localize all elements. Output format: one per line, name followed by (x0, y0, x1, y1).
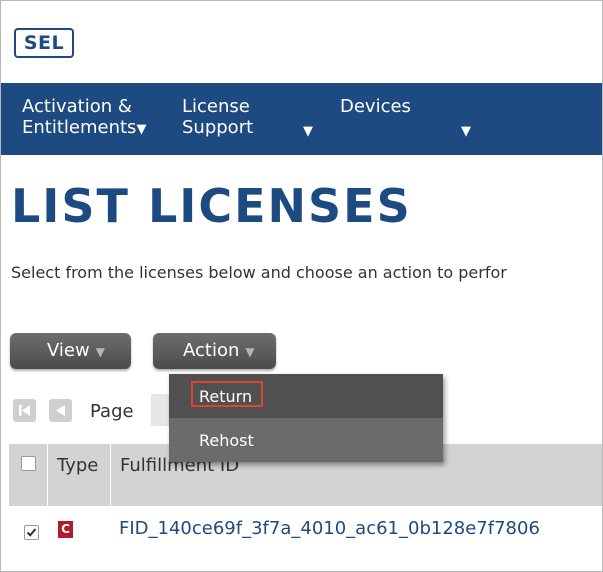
menu-item-rehost[interactable]: Rehost (169, 418, 443, 462)
first-page-button[interactable] (13, 399, 36, 422)
nav-license-support[interactable]: License Support (182, 96, 253, 138)
fulfillment-id-link[interactable]: FID_140ce69f_3f7a_4010_ac61_0b128e7f7806 (119, 518, 540, 539)
chevron-down-icon[interactable]: ▼ (461, 124, 471, 139)
nav-item-label-line2: Entitlements (22, 117, 137, 138)
sel-logo: SEL (14, 28, 74, 58)
type-badge: C (58, 521, 73, 538)
nav-devices[interactable]: Devices (340, 96, 411, 117)
menu-item-return[interactable]: Return (169, 374, 443, 418)
table-row[interactable]: C FID_140ce69f_3f7a_4010_ac61_0b128e7f78… (9, 506, 602, 550)
chevron-down-icon: ▼ (245, 345, 255, 359)
column-header-type[interactable]: Type (49, 444, 111, 506)
previous-page-button[interactable] (49, 399, 72, 422)
license-portal-window: SEL Activation & Entitlements▼ License S… (0, 0, 603, 572)
select-all-cell (9, 444, 48, 506)
action-dropdown-menu: Return Rehost (169, 374, 443, 462)
action-button-label: Action (183, 340, 240, 361)
instructions-text: Select from the licenses below and choos… (11, 263, 507, 282)
column-header-type-label: Type (57, 455, 99, 476)
nav-item-label-line1: Activation & (22, 96, 132, 117)
nav-item-label-line1: License (182, 96, 250, 117)
first-page-icon (19, 405, 30, 416)
nav-item-label-line1: Devices (340, 96, 411, 117)
nav-activation-entitlements[interactable]: Activation & Entitlements▼ (22, 96, 146, 140)
nav-item-label-line2: Support (182, 117, 254, 138)
page-label: Page (90, 401, 134, 422)
menu-item-return-label: Return (199, 387, 253, 406)
main-nav-bar: Activation & Entitlements▼ License Suppo… (1, 83, 602, 155)
view-button-label: View (47, 340, 90, 361)
row-checkbox[interactable] (24, 525, 39, 540)
previous-page-icon (56, 405, 65, 416)
select-all-checkbox[interactable] (21, 456, 36, 471)
page-title: LIST LICENSES (11, 179, 412, 233)
chevron-down-icon[interactable]: ▼ (303, 124, 313, 139)
chevron-down-icon: ▼ (95, 345, 105, 359)
chevron-down-icon: ▼ (136, 122, 147, 137)
checkmark-icon (26, 528, 37, 537)
view-button[interactable]: View ▼ (10, 333, 131, 369)
action-button[interactable]: Action ▼ (153, 333, 276, 369)
menu-item-rehost-label: Rehost (199, 431, 254, 450)
